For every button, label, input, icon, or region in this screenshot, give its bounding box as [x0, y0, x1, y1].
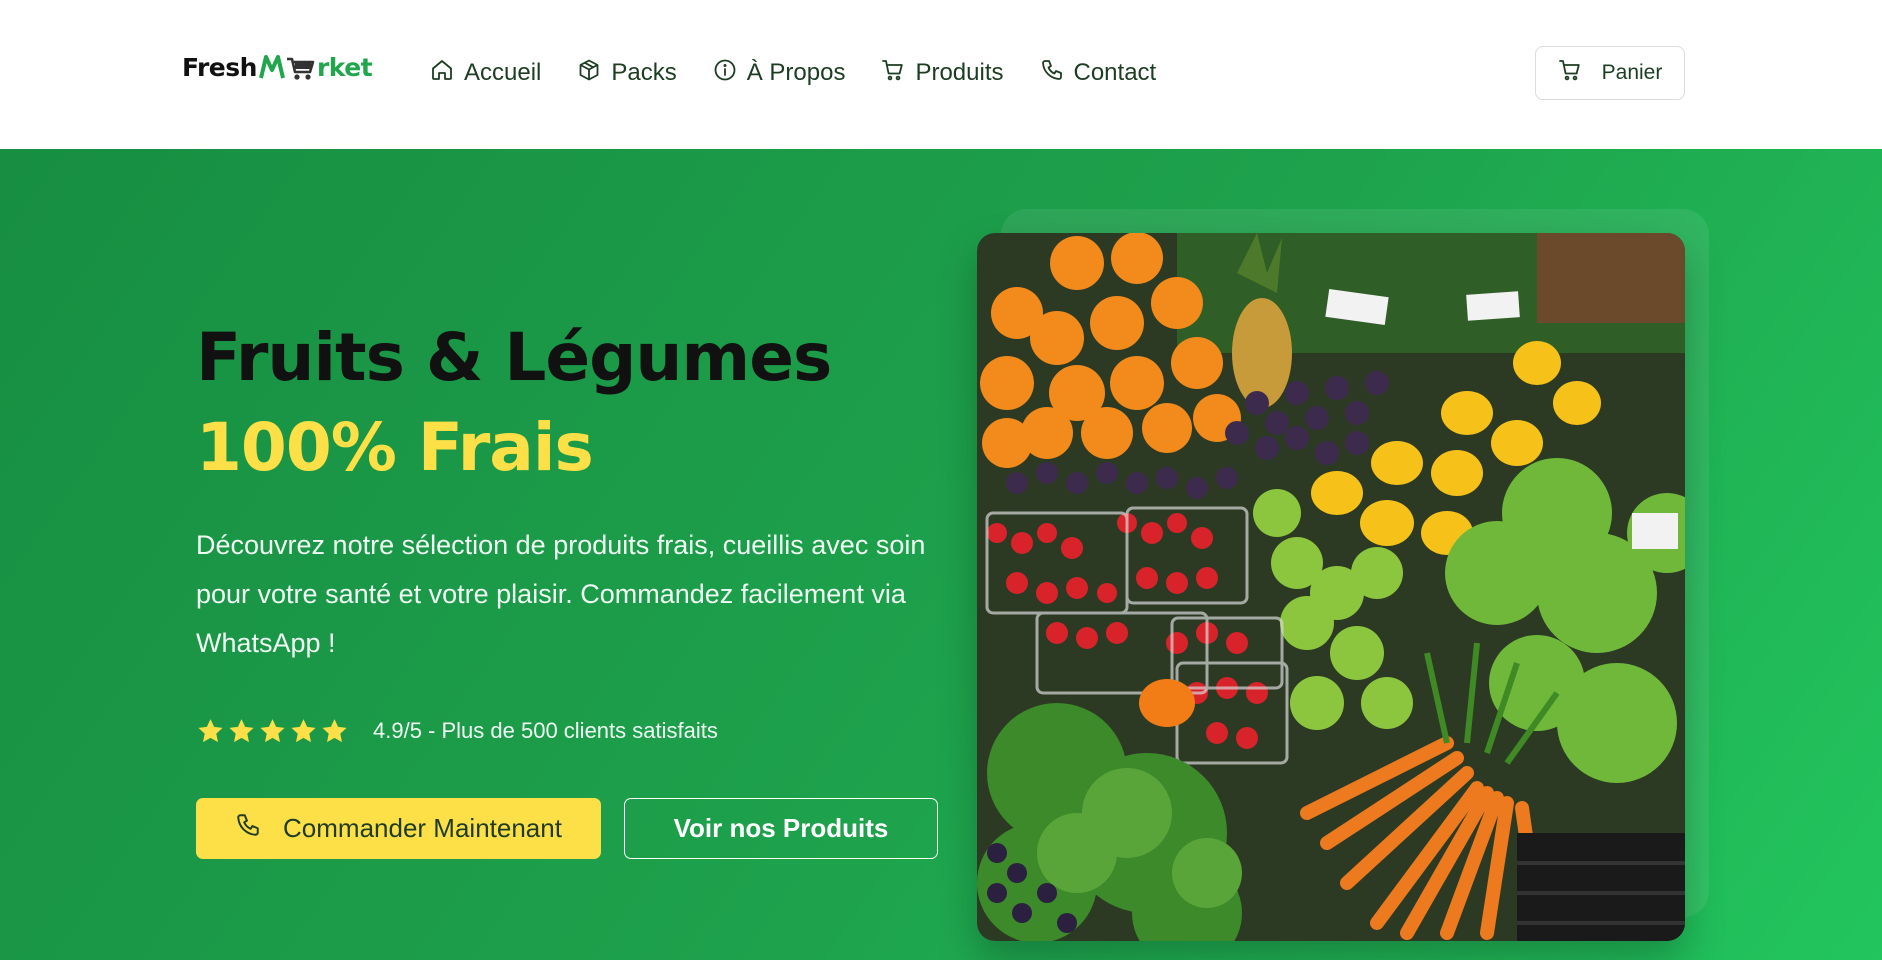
cart-icon: [1558, 58, 1582, 88]
star-icon: [229, 718, 254, 742]
view-products-button[interactable]: Voir nos Produits: [624, 798, 938, 859]
hero-section: Fruits & Légumes 100% Frais Découvrez no…: [0, 149, 1882, 960]
star-icon: [260, 718, 285, 742]
order-now-button[interactable]: Commander Maintenant: [196, 798, 601, 859]
rating: 4.9/5 - Plus de 500 clients satisfaits: [196, 714, 718, 748]
star-icon: [322, 718, 347, 742]
home-icon: [430, 58, 454, 89]
star-icon: [198, 718, 223, 742]
nav-item-label: Accueil: [464, 59, 542, 86]
rating-text: 4.9/5 - Plus de 500 clients satisfaits: [373, 718, 718, 743]
produce-market-illustration: [977, 233, 1685, 941]
view-products-label: Voir nos Produits: [673, 813, 889, 843]
nav-item-label: À Propos: [746, 59, 846, 86]
site-header: Fresh rket Accueil Packs À Propos Produi…: [0, 0, 1882, 149]
nav-item-packs[interactable]: Packs: [577, 58, 677, 89]
order-now-label: Commander Maintenant: [283, 813, 562, 843]
hero-produce-image: [977, 233, 1685, 941]
nav-item-label: Contact: [1073, 59, 1157, 86]
nav-item-a-propos[interactable]: À Propos: [713, 58, 846, 89]
rating-stars: [196, 717, 349, 746]
package-icon: [577, 58, 601, 89]
nav-item-produits[interactable]: Produits: [881, 58, 1004, 89]
brand-logo-part1: Fresh: [182, 52, 257, 82]
info-icon: [713, 58, 737, 89]
cart-icon: [881, 58, 905, 89]
cart-button[interactable]: Panier: [1535, 46, 1685, 100]
logo-cart-icon: [259, 52, 315, 82]
hero-title: Fruits & Légumes: [196, 319, 832, 396]
nav-item-contact[interactable]: Contact: [1040, 58, 1157, 89]
phone-icon: [235, 812, 261, 845]
star-icon: [291, 718, 316, 742]
brand-logo-part2: rket: [316, 52, 373, 82]
cart-button-label: Panier: [1601, 61, 1663, 84]
hero-description: Découvrez notre sélection de produits fr…: [196, 530, 926, 658]
main-nav: Accueil Packs À Propos Produits Contact: [430, 55, 1156, 91]
hero-title-highlight: 100% Frais: [196, 409, 594, 486]
phone-icon: [1040, 58, 1064, 89]
nav-item-label: Produits: [915, 59, 1004, 86]
brand-logo[interactable]: Fresh rket: [182, 50, 373, 84]
nav-item-accueil[interactable]: Accueil: [430, 58, 541, 89]
nav-item-label: Packs: [611, 59, 677, 86]
